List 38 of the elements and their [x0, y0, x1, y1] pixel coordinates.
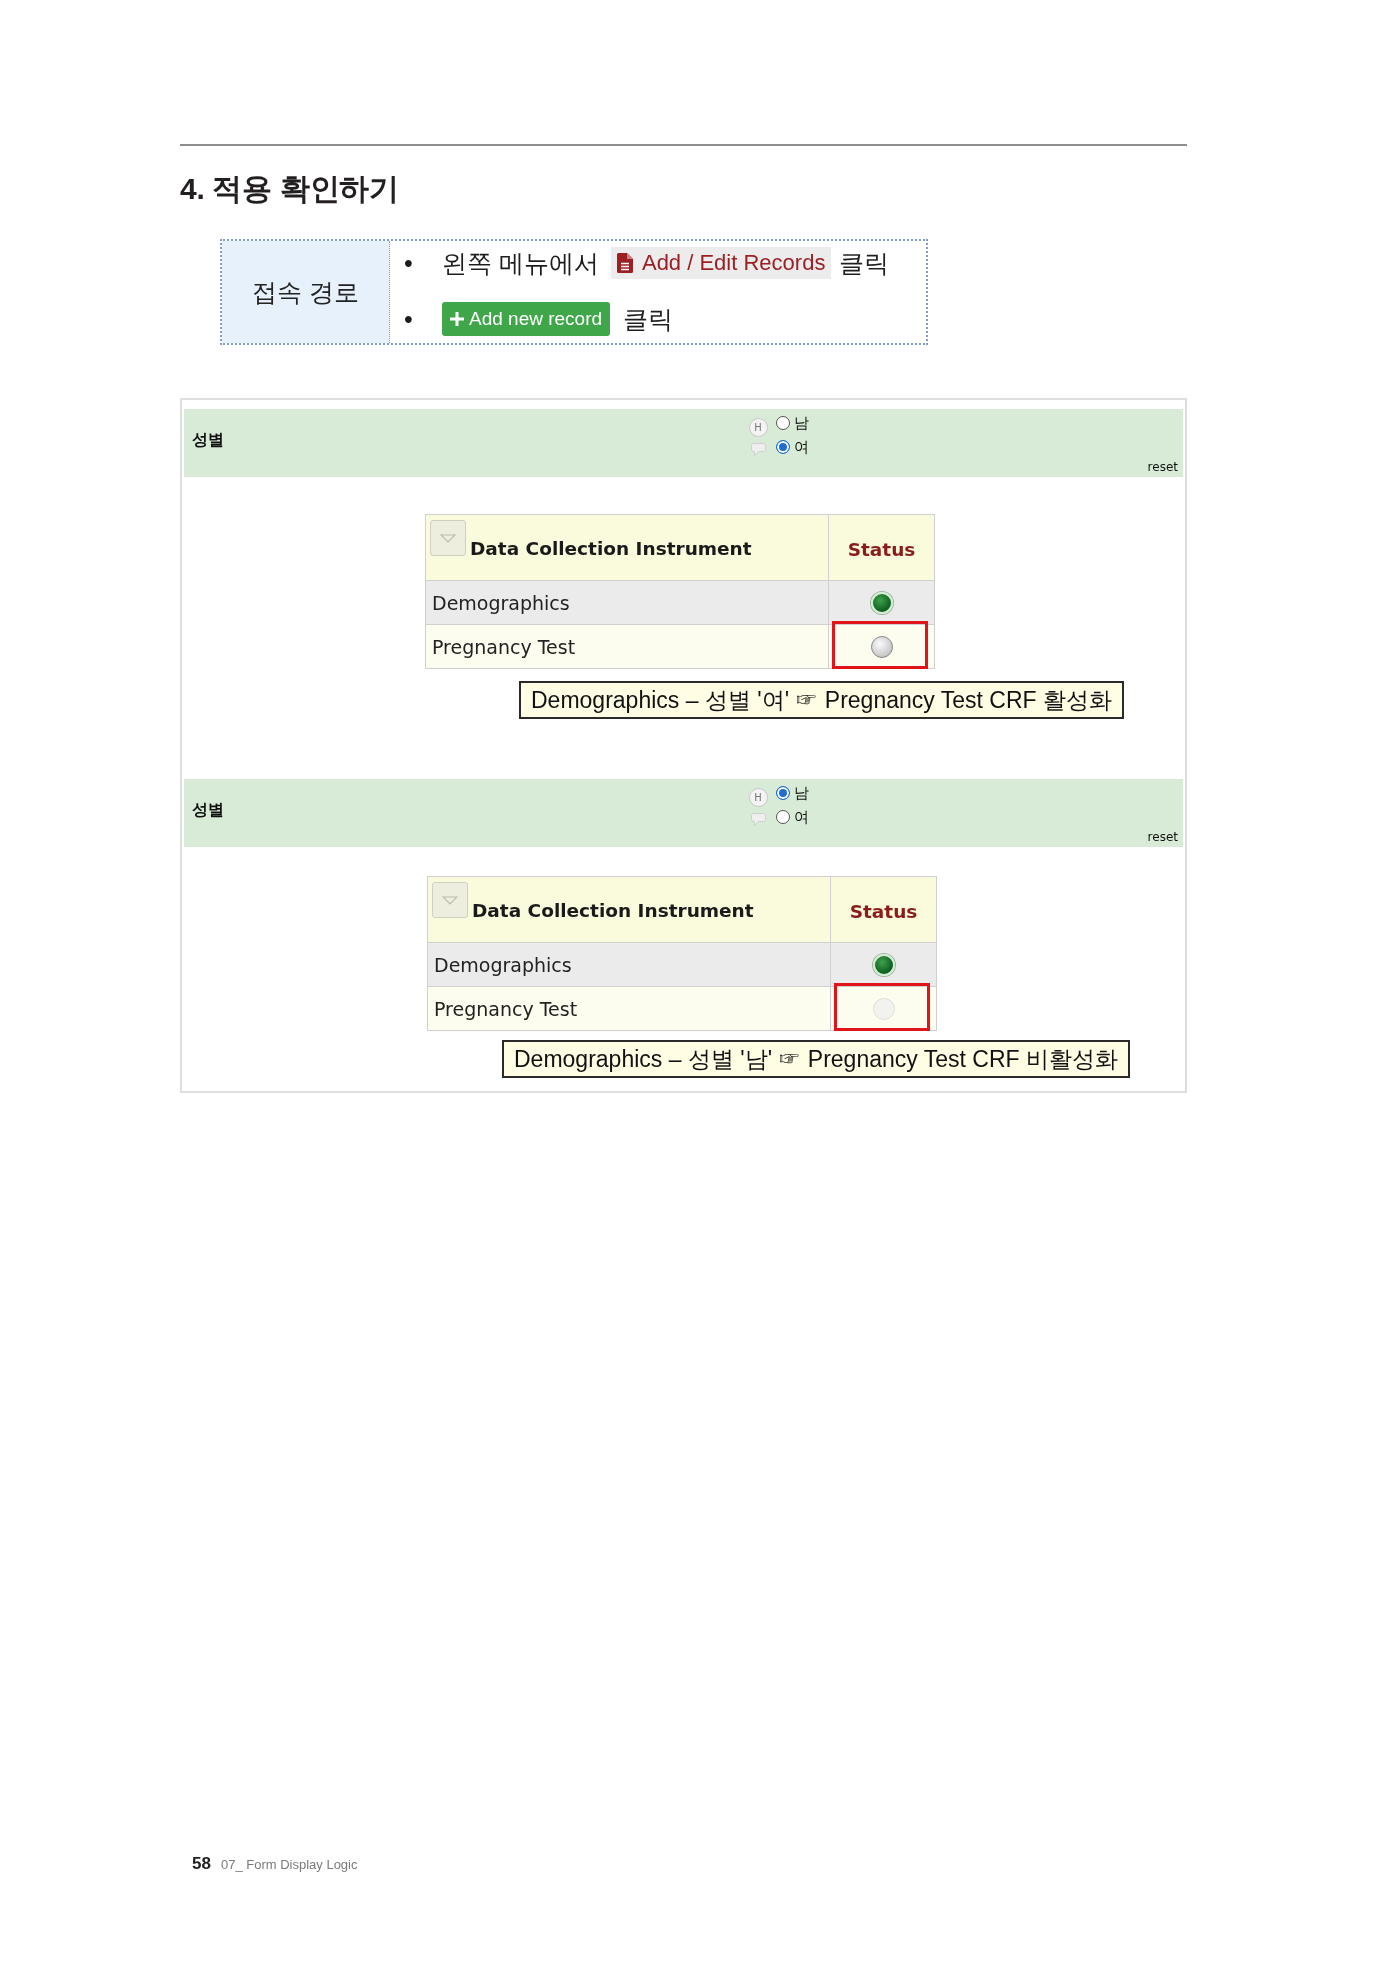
- radio-button[interactable]: [776, 416, 790, 430]
- annotation-callout: Demographics – 성별 '남' ☞ Pregnancy Test CRF 비활성화: [502, 1040, 1130, 1078]
- page-number: 58: [192, 1854, 211, 1874]
- access-path-label: 접속 경로: [222, 241, 390, 343]
- option-label: 여: [794, 807, 809, 827]
- reset-link[interactable]: reset: [1147, 460, 1183, 477]
- chapter-title: 07_ Form Display Logic: [220, 1857, 358, 1872]
- caret-icon: [442, 895, 458, 905]
- option-label: 남: [794, 783, 809, 803]
- option-label: 남: [794, 413, 809, 433]
- history-button[interactable]: H: [748, 418, 768, 437]
- column-header: Status: [830, 876, 937, 943]
- column-header: Data Collection Instrument: [470, 538, 752, 559]
- table-cell: Pregnancy Test: [427, 986, 831, 1031]
- radio-button[interactable]: [776, 440, 790, 454]
- table-cell: Pregnancy Test: [425, 624, 829, 669]
- caret-icon: [440, 533, 456, 543]
- radio-button[interactable]: [776, 810, 790, 824]
- column-header: Status: [828, 514, 935, 581]
- table-cell: Demographics: [425, 580, 829, 625]
- section-heading: 4. 적용 확인하기: [180, 171, 399, 207]
- records-link[interactable]: Add / Edit Records: [610, 247, 832, 279]
- file-icon: [616, 253, 633, 273]
- instruction-text: 클릭: [623, 303, 674, 335]
- plus-icon: [450, 312, 464, 326]
- field-label: 성별: [191, 799, 224, 821]
- bullet: •: [404, 304, 414, 334]
- field-label: 성별: [191, 429, 224, 451]
- instruction-text: 왼쪽 메뉴에서: [442, 247, 599, 279]
- reset-link[interactable]: reset: [1147, 830, 1183, 847]
- option-label: 여: [794, 437, 809, 457]
- column-header: Data Collection Instrument: [472, 900, 754, 921]
- radio-button[interactable]: [776, 786, 790, 800]
- bullet: •: [404, 248, 414, 278]
- history-button[interactable]: H: [748, 788, 768, 807]
- instruction-text: 클릭: [839, 247, 890, 279]
- table-cell: Demographics: [427, 942, 831, 987]
- annotation-callout: Demographics – 성별 '여' ☞ Pregnancy Test CRF 활성화: [519, 681, 1124, 719]
